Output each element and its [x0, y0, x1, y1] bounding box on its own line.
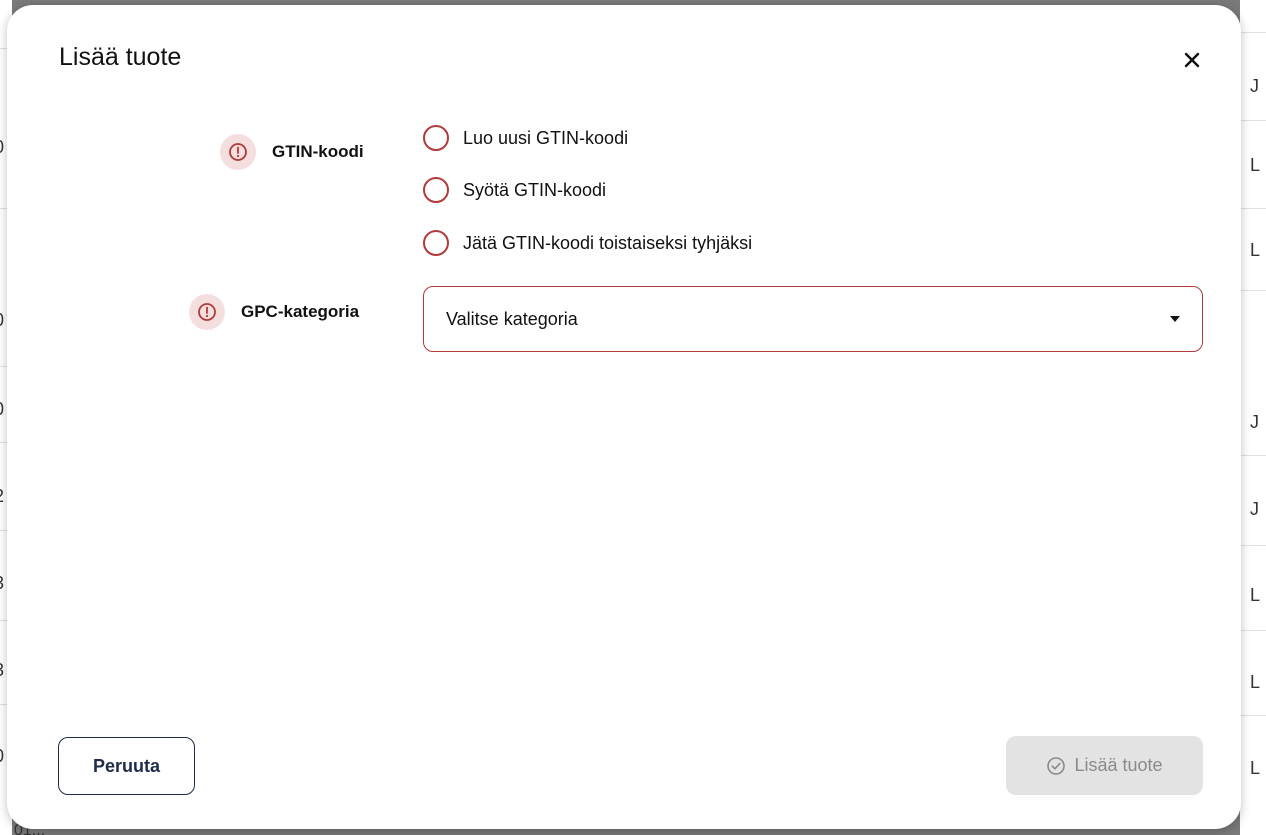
caret-down-icon — [1170, 316, 1180, 322]
background-cell-text: 3 — [0, 660, 4, 680]
radio-create-gtin[interactable]: Luo uusi GTIN-koodi — [423, 125, 628, 151]
gpc-category-select[interactable]: Valitse kategoria — [423, 286, 1203, 352]
gtin-label-text: GTIN-koodi — [272, 142, 364, 161]
radio-label: Jätä GTIN-koodi toistaiseksi tyhjäksi — [463, 232, 753, 253]
gpc-field-label: GPC-kategoria — [189, 294, 359, 330]
background-cell-text: J — [1250, 76, 1259, 96]
background-cell-text: 3 — [0, 573, 4, 593]
background-cell-text: 0 — [0, 137, 4, 157]
radio-enter-gtin[interactable]: Syötä GTIN-koodi — [423, 177, 606, 203]
gpc-label-text: GPC-kategoria — [241, 302, 360, 321]
add-product-button[interactable]: Lisää tuote — [1006, 736, 1203, 795]
exclamation-circle-icon — [189, 294, 225, 330]
background-cell-text: L — [1250, 585, 1261, 605]
check-circle-icon — [1047, 756, 1066, 775]
background-cell-text: J — [1250, 412, 1259, 432]
exclamation-circle-icon — [220, 134, 256, 170]
select-placeholder: Valitse kategoria — [446, 308, 578, 329]
radio-label: Syötä GTIN-koodi — [463, 179, 607, 200]
radio-circle[interactable] — [423, 177, 449, 203]
radio-leave-gtin-empty[interactable]: Jätä GTIN-koodi toistaiseksi tyhjäksi — [423, 230, 752, 256]
close-button[interactable] — [1179, 47, 1205, 73]
radio-label: Luo uusi GTIN-koodi — [463, 127, 629, 148]
radio-circle[interactable] — [423, 125, 449, 151]
background-cell-text: L — [1250, 155, 1261, 175]
add-product-button-label: Lisää tuote — [1074, 755, 1163, 775]
background-cell-text: 0 — [0, 746, 4, 766]
background-cell-text: 0 — [0, 399, 4, 419]
background-cell-text: L — [1250, 672, 1261, 692]
dialog-title: Lisää tuote — [59, 43, 182, 71]
radio-circle[interactable] — [423, 230, 449, 256]
cancel-button[interactable]: Peruuta — [58, 737, 195, 795]
close-icon — [1184, 52, 1200, 68]
background-cell-text: 0 — [0, 310, 4, 330]
background-cell-text: J — [1250, 499, 1259, 519]
background-table-right-edge: J L L J J L L L — [1240, 0, 1266, 835]
background-cell-text: L — [1250, 240, 1261, 260]
add-product-dialog: Lisää tuote GTIN-koodi Luo uusi GTIN-koo… — [7, 5, 1241, 829]
background-cell-text: 2 — [0, 486, 4, 506]
gtin-field-label: GTIN-koodi — [220, 134, 364, 170]
background-cell-text: L — [1250, 758, 1261, 778]
